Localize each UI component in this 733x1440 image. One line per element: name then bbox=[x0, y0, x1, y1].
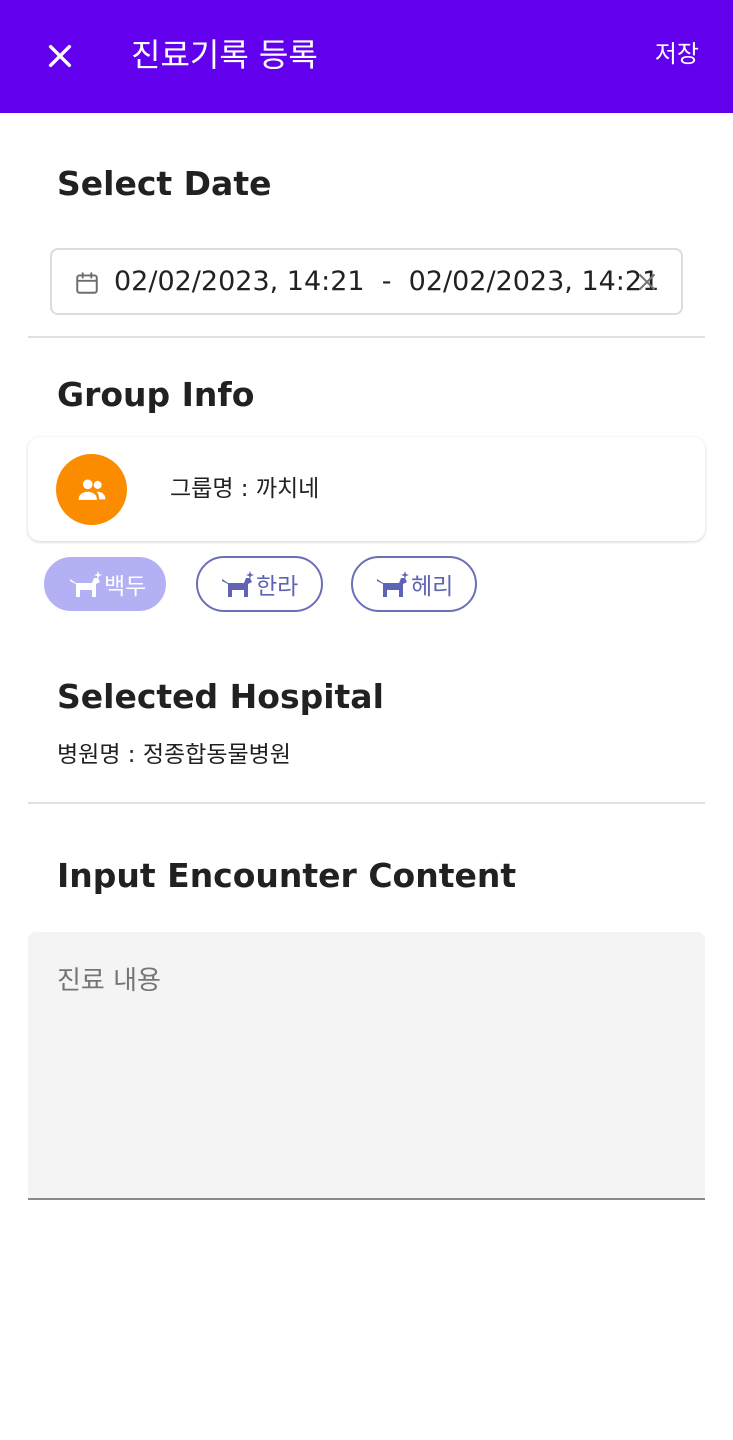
selected-hospital-heading: Selected Hospital bbox=[57, 677, 384, 716]
date-range-field[interactable]: 02/02/2023, 14:21 - 02/02/2023, 14:21 bbox=[50, 248, 683, 315]
group-card[interactable]: 그룹명 : 까치네 bbox=[28, 437, 705, 541]
date-range-text: 02/02/2023, 14:21 - 02/02/2023, 14:21 bbox=[114, 266, 660, 297]
pet-chip-heri[interactable]: 헤리 bbox=[351, 556, 477, 612]
group-name: 그룹명 : 까치네 bbox=[170, 476, 320, 502]
encounter-content-input[interactable]: 진료 내용 bbox=[28, 932, 705, 1200]
divider bbox=[28, 802, 705, 804]
dog-icon bbox=[377, 571, 409, 597]
select-date-heading: Select Date bbox=[57, 164, 272, 203]
calendar-icon bbox=[76, 272, 98, 294]
pet-chip-halla[interactable]: 한라 bbox=[196, 556, 323, 612]
dog-icon bbox=[70, 571, 102, 597]
save-button[interactable]: 저장 bbox=[655, 38, 699, 70]
encounter-content-placeholder: 진료 내용 bbox=[57, 966, 161, 996]
close-icon bbox=[48, 44, 72, 68]
close-button[interactable] bbox=[30, 26, 90, 86]
pet-chip-baekdu[interactable]: 백두 bbox=[44, 557, 166, 611]
encounter-content-heading: Input Encounter Content bbox=[57, 856, 517, 895]
divider bbox=[28, 336, 705, 338]
hospital-name: 병원명 : 정종합동물병원 bbox=[57, 742, 291, 768]
avatar bbox=[56, 454, 127, 525]
app-bar: 진료기록 등록 저장 bbox=[0, 0, 733, 113]
clear-date-icon[interactable] bbox=[635, 270, 659, 294]
pet-chip-label: 백두 bbox=[104, 574, 147, 600]
page-title: 진료기록 등록 bbox=[131, 36, 318, 74]
group-info-heading: Group Info bbox=[57, 375, 255, 414]
pet-chip-label: 헤리 bbox=[411, 574, 454, 600]
dog-icon bbox=[222, 571, 254, 597]
pet-chip-label: 한라 bbox=[256, 574, 299, 600]
group-icon bbox=[78, 479, 105, 500]
